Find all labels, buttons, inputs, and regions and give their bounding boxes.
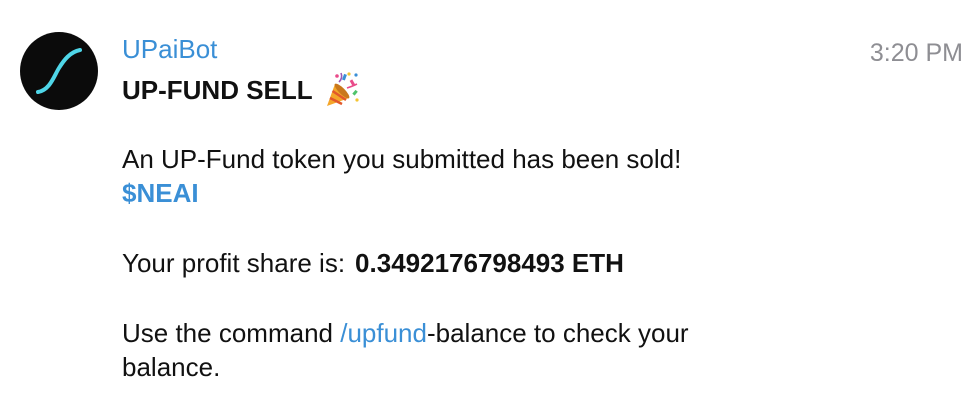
chat-message: UPaiBot 3:20 PM UP-FUND SELL An UP-Fund … <box>0 0 975 410</box>
party-popper-icon <box>321 70 361 110</box>
command-instruction-line: Use the command /upfund-balance to check… <box>122 316 689 350</box>
message-title-row: UP-FUND SELL <box>122 72 361 108</box>
command-suffix-text: -balance to check your <box>426 318 689 348</box>
curve-logo-icon <box>36 48 82 94</box>
profit-label: Your profit share is: <box>122 248 346 278</box>
token-ticker-row: $NEAI <box>122 176 199 210</box>
sold-notice: An UP-Fund token you submitted has been … <box>122 144 682 174</box>
upfund-command-link[interactable]: /upfund <box>340 318 427 348</box>
token-ticker-link[interactable]: $NEAI <box>122 178 199 208</box>
command-prefix-text: Use the command <box>122 318 341 348</box>
command-instruction-line-2: balance. <box>122 352 221 382</box>
message-timestamp: 3:20 PM <box>869 39 963 67</box>
message-title: UP-FUND SELL <box>122 75 313 105</box>
bot-avatar[interactable] <box>20 32 98 110</box>
profit-share-row: Your profit share is: 0.3492176798493 ETH <box>122 246 624 280</box>
sender-name[interactable]: UPaiBot <box>122 34 217 64</box>
profit-value: 0.3492176798493 ETH <box>355 248 624 278</box>
